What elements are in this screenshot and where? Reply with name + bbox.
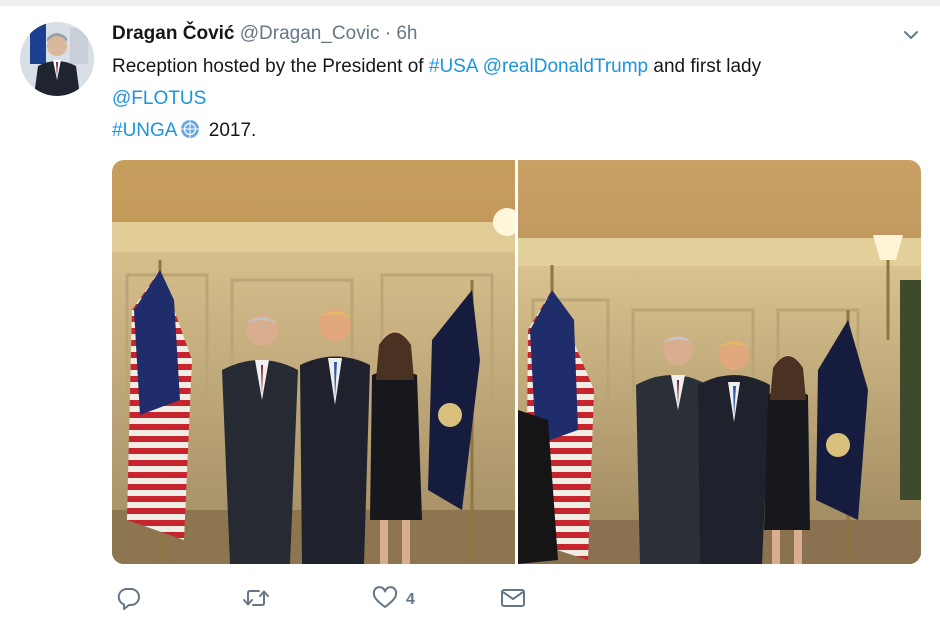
reply-icon	[116, 586, 142, 615]
hashtag-usa[interactable]: #USA	[429, 56, 478, 77]
tweet-header: Dragan Čović @Dragan_Covic · 6h	[112, 22, 417, 46]
tweet-text: Reception hosted by the President of #US…	[112, 51, 902, 150]
timestamp[interactable]: 6h	[396, 23, 417, 44]
mention-flotus[interactable]: @FLOTUS	[112, 88, 206, 109]
timestamp-separator: ·	[384, 23, 392, 44]
tweet-text-segment: and first lady	[648, 56, 762, 77]
retweet-icon	[242, 586, 270, 615]
direct-message-button[interactable]	[500, 585, 526, 615]
avatar[interactable]	[20, 22, 94, 96]
tweet-text-segment: 2017.	[203, 120, 257, 141]
like-count: 4	[406, 591, 415, 608]
tweet-photo-1[interactable]	[112, 160, 515, 564]
chevron-down-icon[interactable]	[902, 26, 920, 44]
tweet-photo-2[interactable]	[518, 160, 921, 564]
hashtag-unga[interactable]: #UNGA	[112, 120, 177, 141]
like-button[interactable]: 4	[372, 585, 415, 615]
heart-icon	[372, 585, 398, 615]
envelope-icon	[500, 586, 526, 615]
display-name[interactable]: Dragan Čović	[112, 23, 234, 44]
user-handle[interactable]: @Dragan_Covic	[240, 23, 380, 44]
tweet-text-segment: Reception hosted by the President of	[112, 56, 429, 77]
timeline-divider	[0, 0, 940, 6]
un-globe-emoji	[178, 118, 202, 150]
retweet-button[interactable]	[242, 585, 278, 615]
mention-realdonaldtrump[interactable]: @realDonaldTrump	[483, 56, 648, 77]
reply-button[interactable]	[116, 585, 150, 615]
